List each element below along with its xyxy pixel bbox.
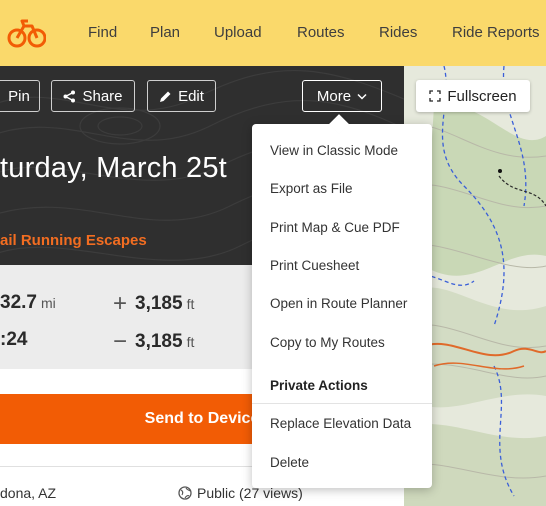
distance-value: 32.7 — [0, 292, 37, 313]
elevation-gain-stat: +3,185 ft — [113, 288, 195, 317]
bike-logo-icon[interactable] — [6, 16, 46, 50]
location-text: dona, AZ — [0, 485, 57, 501]
distance-unit: mi — [40, 295, 56, 311]
chevron-down-icon — [357, 93, 367, 100]
pin-button[interactable]: Pin — [0, 80, 40, 112]
expand-icon — [429, 90, 442, 102]
menu-item-copy-routes[interactable]: Copy to My Routes — [270, 335, 385, 350]
elevation-loss-value: 3,185 — [135, 331, 183, 352]
time-value: :24 — [0, 329, 28, 350]
nav-routes[interactable]: Routes — [297, 24, 345, 41]
share-label: Share — [82, 87, 123, 105]
fullscreen-button[interactable]: Fullscreen — [416, 80, 530, 112]
menu-item-replace-elevation[interactable]: Replace Elevation Data — [270, 416, 411, 431]
menu-item-print-map[interactable]: Print Map & Cue PDF — [270, 220, 400, 235]
pencil-icon — [160, 91, 171, 102]
nav-upload[interactable]: Upload — [214, 24, 262, 41]
elevation-loss-unit: ft — [186, 334, 195, 350]
elevation-loss-stat: −3,185 ft — [113, 326, 195, 355]
menu-item-delete[interactable]: Delete — [270, 455, 309, 470]
plus-icon: + — [113, 290, 128, 317]
menu-item-view-classic[interactable]: View in Classic Mode — [270, 143, 398, 158]
minus-icon: − — [113, 328, 128, 355]
elevation-gain-value: 3,185 — [135, 293, 183, 314]
more-button[interactable]: More — [302, 80, 382, 112]
time-stat: :24 — [0, 329, 27, 351]
share-button[interactable]: Share — [51, 80, 135, 112]
menu-item-open-planner[interactable]: Open in Route Planner — [270, 296, 407, 311]
nav-find[interactable]: Find — [88, 24, 117, 41]
more-menu: View in Classic Mode Export as File Prin… — [252, 114, 432, 488]
pin-label: Pin — [8, 87, 30, 105]
collection-link[interactable]: ail Running Escapes — [0, 232, 147, 249]
private-actions-header: Private Actions — [270, 378, 368, 393]
route-title: turday, March 25t — [0, 152, 227, 184]
distance-stat: 32.7 mi — [0, 292, 56, 314]
fullscreen-label: Fullscreen — [447, 87, 517, 105]
menu-item-export[interactable]: Export as File — [270, 181, 353, 196]
more-label: More — [316, 87, 352, 105]
nav-ride-reports[interactable]: Ride Reports — [452, 24, 540, 41]
elevation-gain-unit: ft — [186, 296, 195, 312]
nav-plan[interactable]: Plan — [150, 24, 180, 41]
menu-item-print-cuesheet[interactable]: Print Cuesheet — [270, 258, 359, 273]
share-icon — [63, 90, 76, 102]
top-nav: Find Plan Upload Routes Rides Ride Repor… — [0, 0, 546, 66]
globe-icon — [178, 486, 192, 500]
edit-label: Edit — [178, 87, 204, 105]
nav-rides[interactable]: Rides — [379, 24, 417, 41]
menu-divider — [252, 403, 432, 404]
edit-button[interactable]: Edit — [147, 80, 216, 112]
